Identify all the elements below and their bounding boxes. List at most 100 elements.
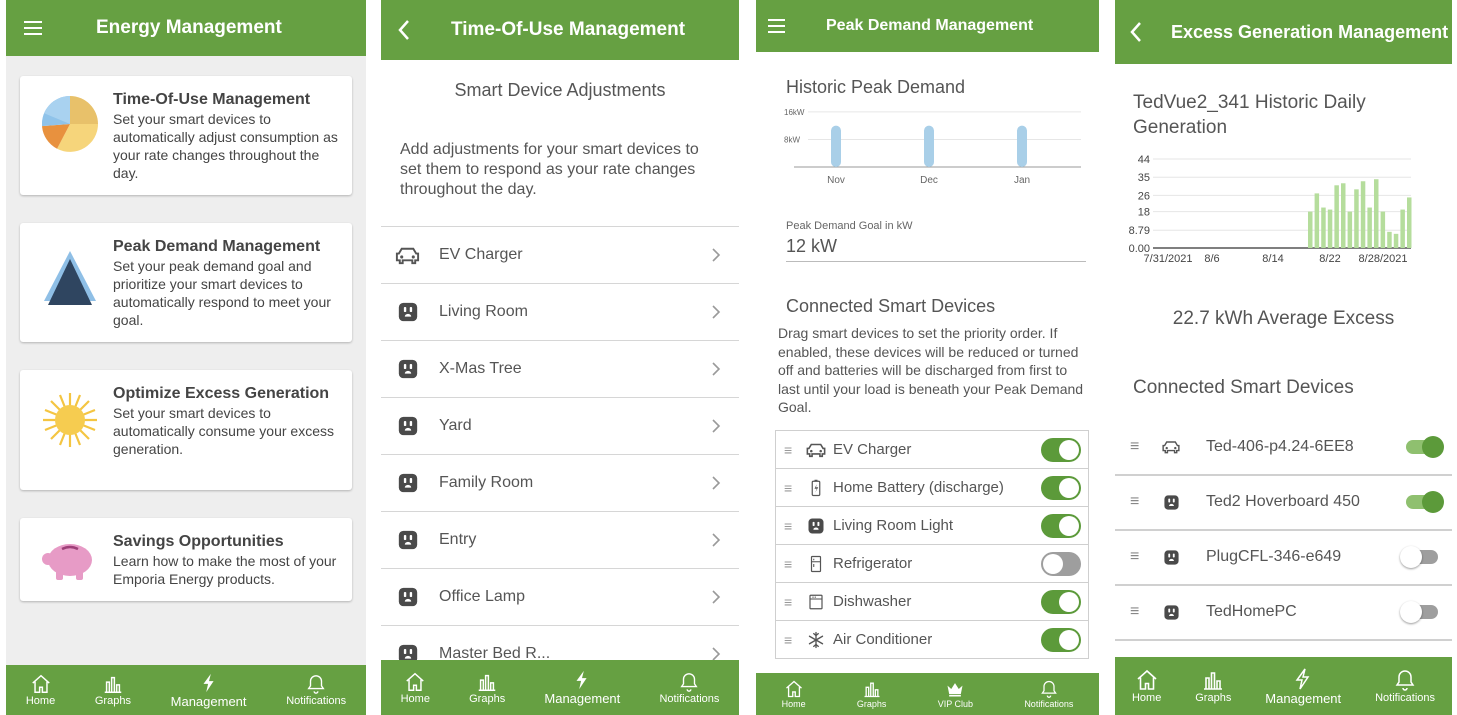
car-icon — [394, 242, 421, 269]
goal-value-field[interactable]: 12 kW — [786, 236, 1086, 262]
bar[interactable] — [924, 125, 934, 167]
app-header: Energy Management — [6, 0, 366, 56]
device-toggle[interactable] — [1406, 436, 1444, 458]
drag-handle-icon[interactable]: ≡ — [784, 442, 804, 458]
bar[interactable] — [1400, 209, 1405, 248]
device-toggle[interactable] — [1400, 546, 1438, 568]
device-list-item[interactable]: Yard — [381, 398, 739, 455]
drag-handle-icon[interactable]: ≡ — [784, 518, 804, 534]
nav-notifications[interactable]: Notifications — [659, 671, 719, 705]
plug-icon — [397, 472, 419, 494]
device-priority-row[interactable]: ≡ Refrigerator — [776, 545, 1088, 583]
bar[interactable] — [1347, 211, 1353, 248]
device-toggle[interactable] — [1041, 513, 1081, 538]
drag-handle-icon[interactable]: ≡ — [1130, 493, 1146, 511]
device-list-item[interactable]: Entry — [381, 512, 739, 569]
bar[interactable] — [1380, 211, 1386, 248]
drag-handle-icon[interactable]: ≡ — [1130, 603, 1146, 621]
nav-management[interactable]: Management — [1265, 667, 1341, 706]
bar[interactable] — [1327, 209, 1333, 248]
x-tick-label: 7/31/2021 — [1144, 253, 1193, 265]
drag-handle-icon[interactable]: ≡ — [784, 632, 804, 648]
device-priority-row[interactable]: ≡ Air Conditioner — [776, 621, 1088, 658]
device-priority-row[interactable]: ≡ Living Room Light — [776, 507, 1088, 545]
chevron-right-icon — [712, 419, 721, 433]
nav-graphs[interactable]: Graphs — [857, 679, 886, 709]
nav-home[interactable]: Home — [782, 679, 806, 709]
device-toggle[interactable] — [1041, 437, 1081, 462]
home-icon — [404, 671, 426, 693]
pie-chart-icon — [42, 96, 98, 152]
device-priority-row[interactable]: ≡ Home Battery (discharge) — [776, 469, 1088, 507]
drag-handle-icon[interactable]: ≡ — [784, 556, 804, 572]
hamburger-menu-icon[interactable] — [24, 20, 44, 36]
device-toggle[interactable] — [1406, 491, 1444, 513]
nav-graphs[interactable]: Graphs — [469, 671, 505, 705]
plug-icon — [397, 358, 419, 380]
device-icon-slot — [804, 517, 828, 535]
nav-management[interactable]: Management — [171, 672, 247, 709]
device-priority-row[interactable]: ≡ EV Charger — [776, 431, 1088, 469]
nav-management[interactable]: Management — [544, 669, 620, 706]
nav-graphs[interactable]: Graphs — [95, 673, 131, 707]
device-toggle[interactable] — [1041, 475, 1081, 500]
y-tick-label: 8.79 — [1129, 225, 1150, 237]
device-list-item[interactable]: ≡ TedHomePC — [1115, 585, 1452, 641]
chevron-right-icon — [712, 248, 721, 262]
drag-handle-icon[interactable]: ≡ — [1130, 438, 1146, 456]
drag-handle-icon[interactable]: ≡ — [784, 480, 804, 496]
device-list-item[interactable]: Family Room — [381, 455, 739, 512]
bar[interactable] — [1314, 193, 1320, 248]
device-toggle[interactable] — [1400, 601, 1438, 623]
card-savings[interactable]: Savings Opportunities Learn how to make … — [20, 518, 352, 601]
bar[interactable] — [1017, 125, 1027, 167]
device-list-item[interactable]: EV Charger — [381, 227, 739, 284]
drag-handle-icon[interactable]: ≡ — [1130, 548, 1146, 566]
drag-handle-icon[interactable]: ≡ — [784, 594, 804, 610]
nav-notifications[interactable]: Notifications — [286, 673, 346, 707]
card-peak-demand[interactable]: Peak Demand Management Set your peak dem… — [20, 223, 352, 342]
device-toggle[interactable] — [1041, 589, 1081, 614]
device-priority-row[interactable]: ≡ Dishwasher — [776, 583, 1088, 621]
nav-vip-club[interactable]: VIP Club — [938, 679, 973, 709]
nav-home[interactable]: Home — [401, 671, 430, 705]
nav-home[interactable]: Home — [1132, 668, 1161, 704]
bar[interactable] — [1393, 233, 1399, 248]
device-toggle[interactable] — [1041, 627, 1081, 652]
bar[interactable] — [1308, 211, 1313, 248]
device-name: EV Charger — [833, 441, 912, 458]
nav-graphs[interactable]: Graphs — [1195, 668, 1231, 704]
bar[interactable] — [1321, 207, 1326, 248]
nav-notifications[interactable]: Notifications — [1024, 679, 1073, 709]
bar[interactable] — [1341, 183, 1346, 248]
plug-icon — [1163, 549, 1180, 566]
bar[interactable] — [1334, 185, 1339, 248]
bar[interactable] — [1367, 207, 1372, 248]
bar[interactable] — [1374, 179, 1379, 248]
device-name: Ted-406-p4.24-6EE8 — [1206, 438, 1354, 455]
bottom-navigation: Home Graphs VIP Club Notifications — [756, 673, 1099, 715]
device-list-item[interactable]: Office Lamp — [381, 569, 739, 626]
device-list-item[interactable]: ≡ Ted2 Hoverboard 450 — [1115, 475, 1452, 531]
device-toggle[interactable] — [1041, 551, 1081, 576]
bar[interactable] — [1407, 197, 1412, 248]
card-text: Optimize Excess Generation Set your smar… — [113, 384, 338, 458]
bar[interactable] — [831, 125, 841, 167]
device-list-item[interactable]: Living Room — [381, 284, 739, 341]
hamburger-menu-icon[interactable] — [768, 19, 786, 33]
bar[interactable] — [1360, 181, 1366, 248]
section-subtitle: Smart Device Adjustments — [454, 80, 666, 100]
back-arrow-icon[interactable] — [397, 19, 411, 41]
back-arrow-icon[interactable] — [1129, 21, 1143, 43]
device-list-item[interactable]: ≡ PlugCFL-346-e649 — [1115, 530, 1452, 586]
card-description: Set your smart devices to automatically … — [113, 111, 338, 181]
device-list-item[interactable]: ≡ Ted-406-p4.24-6EE8 — [1115, 420, 1452, 476]
device-list-item[interactable]: X-Mas Tree — [381, 341, 739, 398]
card-time-of-use[interactable]: Time-Of-Use Management Set your smart de… — [20, 76, 352, 195]
card-excess-generation[interactable]: Optimize Excess Generation Set your smar… — [20, 370, 352, 490]
nav-home[interactable]: Home — [26, 673, 55, 707]
chevron-right-icon — [712, 305, 721, 319]
bar[interactable] — [1387, 231, 1392, 248]
nav-notifications[interactable]: Notifications — [1375, 668, 1435, 704]
bar[interactable] — [1354, 189, 1359, 248]
